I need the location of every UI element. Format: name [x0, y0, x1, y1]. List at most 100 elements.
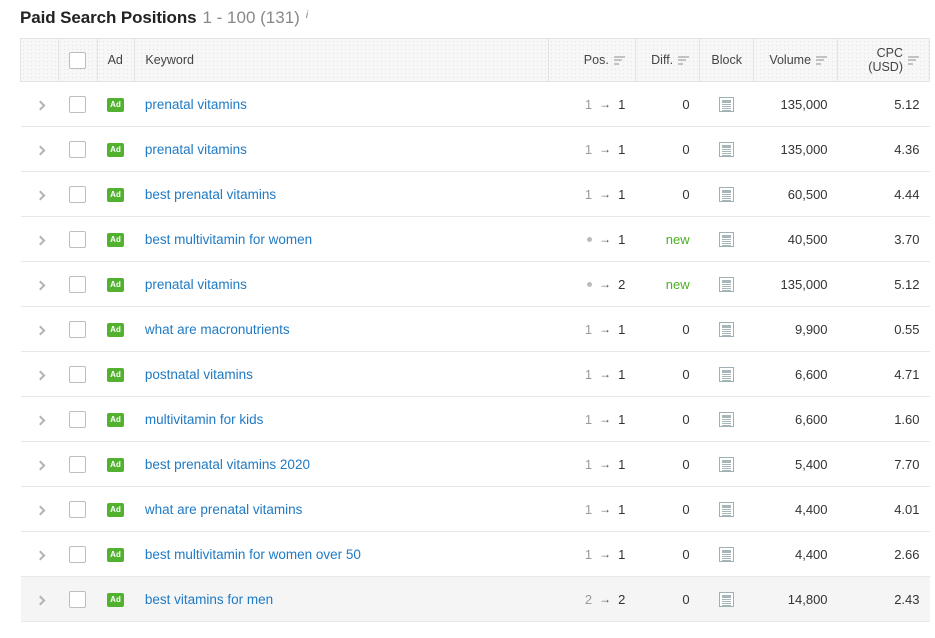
- row-block-cell[interactable]: [699, 171, 754, 217]
- chevron-right-icon[interactable]: [35, 325, 46, 335]
- row-expand-cell[interactable]: [20, 486, 59, 532]
- chevron-right-icon[interactable]: [35, 505, 46, 515]
- table-row[interactable]: Ad postnatal vitamins 1 → 1 0 6,600 4.71: [20, 351, 930, 397]
- sort-icon[interactable]: [816, 55, 828, 65]
- row-keyword-cell[interactable]: best vitamins for men: [134, 576, 549, 622]
- table-row[interactable]: Ad prenatal vitamins 1 → 1 0 135,000 4.36: [20, 126, 930, 172]
- table-row[interactable]: Ad prenatal vitamins → 2 new 135,000 5.12: [20, 261, 930, 307]
- table-row[interactable]: Ad what are prenatal vitamins 1 → 1 0 4,400 4.0…: [20, 486, 930, 532]
- row-keyword-cell[interactable]: prenatal vitamins: [134, 126, 549, 172]
- keyword-link[interactable]: postnatal vitamins: [145, 367, 253, 382]
- chevron-right-icon[interactable]: [35, 100, 46, 110]
- row-expand-cell[interactable]: [20, 351, 59, 397]
- keyword-link[interactable]: best vitamins for men: [145, 592, 273, 607]
- table-row[interactable]: Ad best prenatal vitamins 1 → 1 0 60,500 4.44: [20, 171, 930, 217]
- table-row[interactable]: Ad best multivitamin for women → 1 new 40,500…: [20, 216, 930, 262]
- chevron-right-icon[interactable]: [35, 280, 46, 290]
- row-block-cell[interactable]: [699, 261, 754, 307]
- select-all-checkbox[interactable]: [69, 51, 87, 69]
- table-row[interactable]: Ad best prenatal vitamins 2020 1 → 1 0 5,400 7.…: [20, 441, 930, 487]
- row-select-cell[interactable]: [58, 531, 98, 577]
- ad-preview-icon[interactable]: [719, 322, 735, 338]
- ad-preview-icon[interactable]: [719, 367, 735, 383]
- row-keyword-cell[interactable]: best prenatal vitamins: [134, 171, 549, 217]
- row-keyword-cell[interactable]: prenatal vitamins: [134, 81, 549, 127]
- row-expand-cell[interactable]: [20, 81, 59, 127]
- ad-preview-icon[interactable]: [719, 232, 735, 248]
- row-select-cell[interactable]: [58, 576, 98, 622]
- ad-preview-icon[interactable]: [719, 187, 735, 203]
- row-keyword-cell[interactable]: postnatal vitamins: [134, 351, 549, 397]
- ad-preview-icon[interactable]: [719, 142, 735, 158]
- row-keyword-cell[interactable]: multivitamin for kids: [134, 396, 549, 442]
- chevron-right-icon[interactable]: [35, 595, 46, 605]
- row-block-cell[interactable]: [699, 486, 754, 532]
- header-volume[interactable]: Volume: [753, 38, 839, 82]
- keyword-link[interactable]: best prenatal vitamins: [145, 187, 276, 202]
- row-checkbox[interactable]: [69, 455, 87, 473]
- row-block-cell[interactable]: [699, 126, 754, 172]
- row-checkbox[interactable]: [69, 95, 87, 113]
- keyword-link[interactable]: prenatal vitamins: [145, 142, 247, 157]
- table-row[interactable]: Ad best vitamins for men 2 → 2 0 14,800 2.43: [20, 576, 930, 622]
- table-row[interactable]: Ad multivitamin for kids 1 → 1 0 6,600 1.60: [20, 396, 930, 442]
- row-keyword-cell[interactable]: best multivitamin for women over 50: [134, 531, 549, 577]
- row-select-cell[interactable]: [58, 441, 98, 487]
- chevron-right-icon[interactable]: [35, 190, 46, 200]
- row-checkbox[interactable]: [69, 140, 87, 158]
- table-row[interactable]: Ad prenatal vitamins 1 → 1 0 135,000 5.12: [20, 81, 930, 127]
- row-select-cell[interactable]: [58, 396, 98, 442]
- row-expand-cell[interactable]: [20, 171, 59, 217]
- row-expand-cell[interactable]: [20, 396, 59, 442]
- chevron-right-icon[interactable]: [35, 370, 46, 380]
- row-checkbox[interactable]: [69, 320, 87, 338]
- row-block-cell[interactable]: [699, 216, 754, 262]
- table-row[interactable]: Ad best multivitamin for women over 50 1 → 1…: [20, 531, 930, 577]
- ad-preview-icon[interactable]: [719, 412, 735, 428]
- row-keyword-cell[interactable]: what are prenatal vitamins: [134, 486, 549, 532]
- keyword-link[interactable]: best multivitamin for women over 50: [145, 547, 361, 562]
- row-block-cell[interactable]: [699, 81, 754, 127]
- row-expand-cell[interactable]: [20, 216, 59, 262]
- row-checkbox[interactable]: [69, 545, 87, 563]
- row-block-cell[interactable]: [699, 351, 754, 397]
- header-pos[interactable]: Pos.: [548, 38, 636, 82]
- chevron-right-icon[interactable]: [35, 550, 46, 560]
- row-expand-cell[interactable]: [20, 126, 59, 172]
- ad-preview-icon[interactable]: [719, 547, 735, 563]
- ad-preview-icon[interactable]: [719, 277, 735, 293]
- row-checkbox[interactable]: [69, 365, 87, 383]
- row-block-cell[interactable]: [699, 396, 754, 442]
- row-select-cell[interactable]: [58, 351, 98, 397]
- row-checkbox[interactable]: [69, 410, 87, 428]
- row-block-cell[interactable]: [699, 441, 754, 487]
- row-keyword-cell[interactable]: best prenatal vitamins 2020: [134, 441, 549, 487]
- row-select-cell[interactable]: [58, 81, 98, 127]
- row-keyword-cell[interactable]: prenatal vitamins: [134, 261, 549, 307]
- row-checkbox[interactable]: [69, 185, 87, 203]
- row-expand-cell[interactable]: [20, 306, 59, 352]
- row-select-cell[interactable]: [58, 216, 98, 262]
- chevron-right-icon[interactable]: [35, 460, 46, 470]
- row-select-cell[interactable]: [58, 486, 98, 532]
- keyword-link[interactable]: prenatal vitamins: [145, 277, 247, 292]
- ad-preview-icon[interactable]: [719, 457, 735, 473]
- info-icon[interactable]: i: [306, 10, 308, 21]
- ad-preview-icon[interactable]: [719, 97, 735, 113]
- row-select-cell[interactable]: [58, 126, 98, 172]
- row-select-cell[interactable]: [58, 171, 98, 217]
- row-select-cell[interactable]: [58, 306, 98, 352]
- chevron-right-icon[interactable]: [35, 415, 46, 425]
- row-checkbox[interactable]: [69, 230, 87, 248]
- header-cpc[interactable]: CPC (USD): [837, 38, 930, 82]
- row-expand-cell[interactable]: [20, 441, 59, 487]
- row-keyword-cell[interactable]: what are macronutrients: [134, 306, 549, 352]
- row-expand-cell[interactable]: [20, 576, 59, 622]
- keyword-link[interactable]: what are macronutrients: [145, 322, 290, 337]
- keyword-link[interactable]: best prenatal vitamins 2020: [145, 457, 310, 472]
- row-keyword-cell[interactable]: best multivitamin for women: [134, 216, 549, 262]
- keyword-link[interactable]: best multivitamin for women: [145, 232, 312, 247]
- chevron-right-icon[interactable]: [35, 235, 46, 245]
- chevron-right-icon[interactable]: [35, 145, 46, 155]
- keyword-link[interactable]: prenatal vitamins: [145, 97, 247, 112]
